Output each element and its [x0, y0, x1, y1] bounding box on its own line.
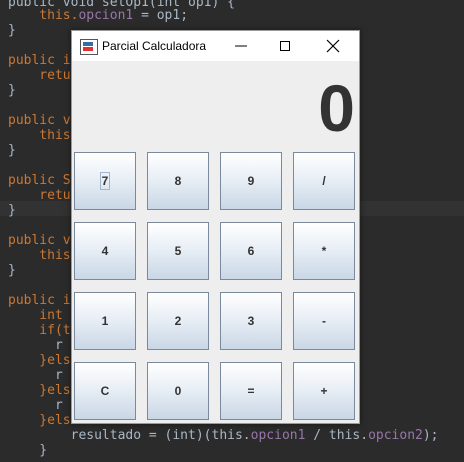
code-line: public in	[8, 293, 79, 308]
close-button[interactable]	[312, 31, 356, 61]
code-line: public St	[8, 173, 79, 188]
key-label: 1	[101, 314, 109, 328]
key-label: =	[247, 384, 255, 398]
code-line: }else	[8, 413, 79, 428]
key-9-button[interactable]: 9	[220, 152, 282, 210]
key-label: 2	[174, 314, 182, 328]
key-label: 8	[174, 174, 182, 188]
key-label: 6	[247, 244, 255, 258]
key-7-button[interactable]: 7	[74, 152, 136, 210]
multiply-button[interactable]: *	[293, 222, 355, 280]
code-line: }else	[8, 383, 79, 398]
key-1-button[interactable]: 1	[74, 292, 136, 350]
minimize-button[interactable]	[220, 31, 264, 61]
code-line: r	[8, 368, 63, 383]
key-label: 3	[247, 314, 255, 328]
window-title: Parcial Calculadora	[102, 39, 207, 53]
code-line: retur	[8, 68, 79, 83]
code-line: }	[8, 443, 48, 458]
code-line: public in	[8, 53, 79, 68]
key-6-button[interactable]: 6	[220, 222, 282, 280]
key-label: 4	[101, 244, 109, 258]
key-label: 0	[174, 384, 182, 398]
maximize-icon	[280, 41, 290, 51]
add-button[interactable]: +	[293, 362, 355, 420]
code-line: r	[8, 398, 63, 413]
key-label: 9	[247, 174, 255, 188]
close-icon	[326, 39, 340, 53]
code-line: }	[8, 23, 16, 38]
code-line: int r	[8, 308, 79, 323]
code-line: }	[8, 203, 16, 218]
minimize-icon	[235, 45, 247, 47]
key-0-button[interactable]: 0	[147, 362, 209, 420]
key-label: -	[322, 314, 326, 328]
key-label: 7	[99, 172, 111, 190]
code-line: this.	[8, 128, 79, 143]
calculator-display: 0	[318, 71, 355, 145]
code-line: }else	[8, 353, 79, 368]
code-line: retur	[8, 188, 79, 203]
code-line: }	[8, 83, 16, 98]
key-5-button[interactable]: 5	[147, 222, 209, 280]
key-8-button[interactable]: 8	[147, 152, 209, 210]
key-label: /	[322, 174, 326, 188]
subtract-button[interactable]: -	[293, 292, 355, 350]
title-bar[interactable]: Parcial Calculadora	[72, 31, 359, 61]
code-line: r	[8, 338, 63, 353]
code-line: }	[8, 263, 16, 278]
java-app-icon	[80, 39, 98, 55]
code-line: this.opcion1 = op1;	[8, 8, 189, 23]
key-4-button[interactable]: 4	[74, 222, 136, 280]
code-line: this.	[8, 248, 79, 263]
key-label: +	[320, 384, 328, 398]
code-line: }	[8, 143, 16, 158]
calculator-window[interactable]: Parcial Calculadora 0 7 8 9 / 4 5 6 * 1 …	[71, 30, 360, 424]
code-line: if(th	[8, 323, 79, 338]
maximize-button[interactable]	[264, 31, 308, 61]
key-3-button[interactable]: 3	[220, 292, 282, 350]
code-line: resultado = (int)(this.opcion1 / this.op…	[8, 428, 439, 443]
code-line: public vo	[8, 233, 79, 248]
equals-button[interactable]: =	[220, 362, 282, 420]
key-label: 5	[174, 244, 182, 258]
key-label: C	[100, 384, 110, 398]
key-2-button[interactable]: 2	[147, 292, 209, 350]
clear-button[interactable]: C	[74, 362, 136, 420]
code-line: public vo	[8, 113, 79, 128]
key-label: *	[321, 244, 327, 258]
divide-button[interactable]: /	[293, 152, 355, 210]
